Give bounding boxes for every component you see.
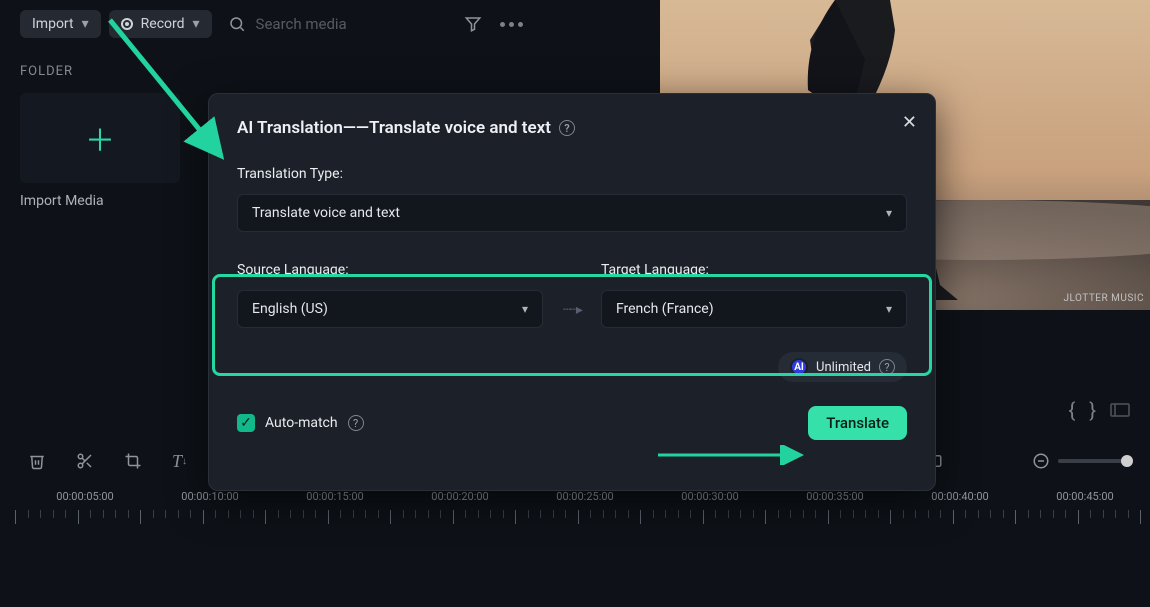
text-icon[interactable]: T↓ (172, 451, 187, 472)
source-language-value: English (US) (252, 301, 328, 317)
trash-icon[interactable] (28, 452, 46, 470)
record-button[interactable]: Record ▾ (109, 10, 212, 38)
help-icon[interactable]: ? (879, 359, 895, 375)
import-button[interactable]: Import ▾ (20, 10, 101, 38)
record-icon (121, 18, 133, 30)
chevron-down-icon: ▾ (193, 16, 200, 32)
source-language-select[interactable]: English (US) ▾ (237, 290, 543, 328)
timeline-label: 00:00:40:00 (931, 490, 988, 503)
panel-icon[interactable] (1110, 398, 1130, 422)
chevron-down-icon: ▾ (522, 302, 528, 316)
timeline-label: 00:00:05:00 (56, 490, 113, 503)
checkbox-checked-icon: ✓ (237, 414, 255, 432)
zoom-slider[interactable] (1058, 459, 1128, 463)
ai-badge-icon: AI (790, 358, 808, 376)
unlimited-pill: AI Unlimited ? (778, 352, 907, 382)
dialog-title: AI Translation——Translate voice and text (237, 118, 551, 138)
record-label: Record (141, 16, 185, 32)
plus-icon: ＋ (85, 116, 115, 160)
timeline-label: 00:00:30:00 (681, 490, 738, 503)
translate-button[interactable]: Translate (808, 406, 907, 440)
target-language-select[interactable]: French (France) ▾ (601, 290, 907, 328)
brace-left-icon[interactable]: { (1068, 398, 1075, 422)
translation-type-label: Translation Type: (237, 166, 907, 182)
translate-label: Translate (826, 414, 889, 432)
timeline-label: 00:00:45:00 (1056, 490, 1113, 503)
unlimited-label: Unlimited (816, 360, 871, 375)
source-language-label: Source Language: (237, 262, 543, 278)
timeline-ruler[interactable]: 00:00:05:00 00:00:10:00 00:00:15:00 00:00:2… (0, 490, 1150, 526)
watermark: JLOTTER MUSIC (1063, 293, 1144, 304)
chevron-down-icon: ▾ (886, 206, 892, 220)
timeline-label: 00:00:25:00 (556, 490, 613, 503)
import-label: Import (32, 16, 74, 32)
translation-type-value: Translate voice and text (252, 205, 400, 221)
search-input[interactable] (256, 15, 436, 33)
import-media-tile[interactable]: ＋ (20, 93, 180, 183)
direction-arrow-icon: ┄┄▸ (563, 302, 581, 328)
timeline-label: 00:00:20:00 (431, 490, 488, 503)
scissors-icon[interactable] (76, 452, 94, 470)
help-icon[interactable]: ? (559, 120, 575, 136)
auto-match-label: Auto-match (265, 415, 338, 431)
zoom-out-icon[interactable] (1032, 452, 1050, 470)
ai-translation-dialog: AI Translation——Translate voice and text… (208, 93, 936, 491)
target-language-label: Target Language: (601, 262, 907, 278)
crop-icon[interactable] (124, 452, 142, 470)
more-icon[interactable] (500, 22, 523, 27)
chevron-down-icon: ▾ (82, 16, 89, 32)
close-icon[interactable]: ✕ (902, 112, 917, 133)
timeline-label: 00:00:15:00 (306, 490, 363, 503)
chevron-down-icon: ▾ (886, 302, 892, 316)
timeline-label: 00:00:10:00 (181, 490, 238, 503)
translation-type-select[interactable]: Translate voice and text ▾ (237, 194, 907, 232)
target-language-value: French (France) (616, 301, 714, 317)
folder-heading: FOLDER (20, 64, 640, 79)
auto-match-checkbox[interactable]: ✓ Auto-match ? (237, 414, 364, 432)
help-icon[interactable]: ? (348, 415, 364, 431)
timeline-label: 00:00:35:00 (806, 490, 863, 503)
filter-icon[interactable] (464, 15, 482, 33)
search-icon (228, 15, 246, 33)
brace-right-icon[interactable]: } (1089, 398, 1096, 422)
